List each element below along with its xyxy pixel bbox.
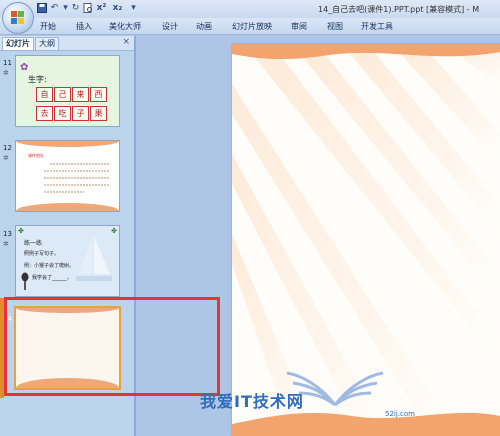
tab-beautify-master[interactable]: 美化大师 <box>109 21 141 32</box>
superscript-icon[interactable]: x² <box>96 3 107 14</box>
office-logo-icon <box>11 11 25 25</box>
tab-home[interactable]: 开始 <box>40 21 56 32</box>
character-cell: 吃 <box>54 106 71 121</box>
tab-review[interactable]: 审阅 <box>291 21 307 32</box>
character-cell: 去 <box>36 106 53 121</box>
character-cell: 西 <box>90 87 107 102</box>
character-cell: 来 <box>72 87 89 102</box>
tab-insert[interactable]: 插入 <box>76 21 92 32</box>
tab-design[interactable]: 设计 <box>162 21 178 32</box>
slide-number: 11 <box>3 59 12 67</box>
slide-line: 我学会了______。 <box>32 275 73 281</box>
close-icon[interactable]: × <box>122 37 130 47</box>
character-row: 自 己 来 西 <box>36 87 108 102</box>
animation-star-icon: ✲ <box>3 240 9 248</box>
slide-line: 例：小猴子会了爬树。 <box>24 263 75 269</box>
window-title: 14_自己去吧(课件1).PPT.ppt [兼容模式] - M <box>318 5 480 14</box>
title-bar: ↶ ▾ ↻ x² x₂ ▾ 14_自己去吧(课件1).PPT.ppt [兼容模式… <box>0 0 500 34</box>
slide-line: 练一练 <box>24 240 43 247</box>
character-cell: 果 <box>90 106 107 121</box>
panel-header: 幻灯片 大纲 × <box>0 36 134 51</box>
slide-thumbnail-13[interactable]: ✤ ✤ 练一练 照例子写句子。 例：小猴子会了爬树。 我学会了______。 <box>15 225 120 297</box>
tab-animation[interactable]: 动画 <box>196 21 212 32</box>
tab-view[interactable]: 视图 <box>327 21 343 32</box>
tab-slideshow[interactable]: 幻灯片放映 <box>232 21 272 32</box>
flower-icon: ✿ <box>20 62 29 73</box>
slide-title: 生字: <box>28 75 47 84</box>
watermark-url: 52ij.com <box>385 410 415 418</box>
slide-line: 照例子写句子。 <box>24 251 60 257</box>
ribbon-tabs: 开始 插入 美化大师 设计 动画 幻灯片放映 审阅 视图 开发工具 <box>0 18 500 35</box>
tab-slides[interactable]: 幻灯片 <box>2 37 34 50</box>
print-preview-icon[interactable] <box>82 3 93 14</box>
tab-outline[interactable]: 大纲 <box>35 37 59 50</box>
undo-icon[interactable]: ↶ <box>49 3 60 14</box>
microphone-icon <box>21 272 29 290</box>
slide-number: 12 <box>3 144 12 152</box>
animation-star-icon: ✲ <box>3 154 9 162</box>
redo-icon[interactable]: ↻ <box>70 3 81 14</box>
tab-developer[interactable]: 开发工具 <box>361 21 393 32</box>
slide-wave-decoration <box>16 141 119 147</box>
character-row: 去 吃 子 果 <box>36 106 108 121</box>
slide-thumbnail-11[interactable]: ✿ 生字: 自 己 来 西 去 吃 子 果 <box>15 55 120 127</box>
character-cell: 自 <box>36 87 53 102</box>
watermark-text: 我爱IT技术网 <box>200 392 304 411</box>
slide-heading: 课件地址 <box>28 153 44 158</box>
clover-icon: ✤ <box>18 227 24 235</box>
character-cell: 己 <box>54 87 71 102</box>
slide-number: 13 <box>3 230 12 238</box>
subscript-icon[interactable]: x₂ <box>112 3 123 14</box>
customize-icon[interactable]: ▾ <box>128 3 139 14</box>
save-icon[interactable] <box>36 3 47 14</box>
slide-wave-decoration <box>16 203 119 211</box>
highlight-annotation <box>4 297 220 396</box>
office-button[interactable] <box>2 2 34 34</box>
character-cell: 子 <box>72 106 89 121</box>
animation-star-icon: ✲ <box>3 69 9 77</box>
slide-thumbnail-12[interactable]: 课件地址 <box>15 140 120 212</box>
sailboat-decoration <box>76 236 112 281</box>
slide-body-text-lines <box>44 163 110 193</box>
